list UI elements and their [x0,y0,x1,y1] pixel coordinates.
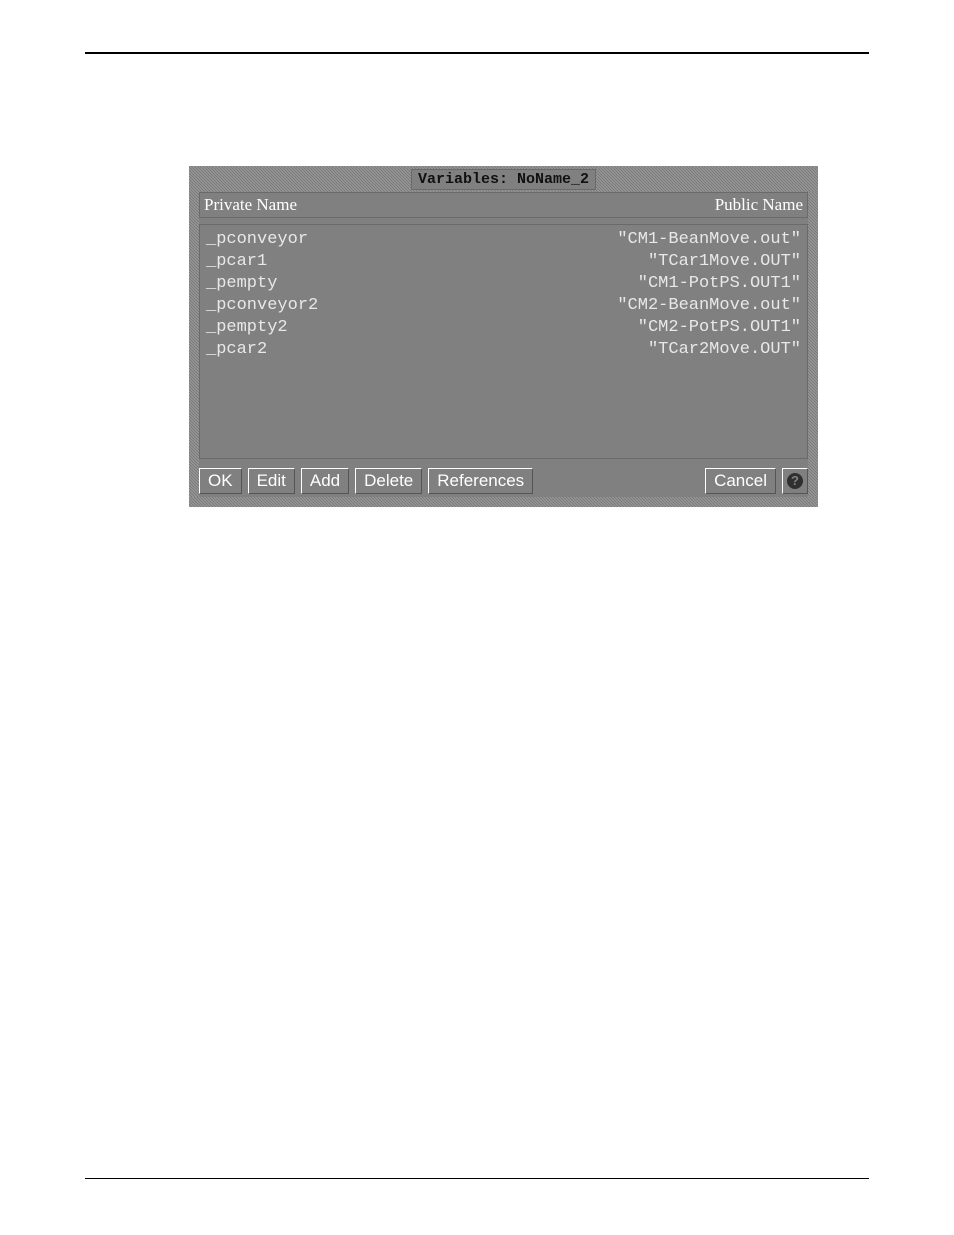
dialog-border-left [189,166,199,507]
list-item[interactable]: _pcar2 "TCar2Move.OUT" [206,339,801,361]
list-item[interactable]: _pcar1 "TCar1Move.OUT" [206,251,801,273]
column-headers: Private Name Public Name [199,192,808,218]
private-name-cell: _pempty [206,273,277,295]
dialog-button-bar: OK Edit Add Delete References Cancel ? [199,465,808,497]
delete-button[interactable]: Delete [355,468,422,494]
private-name-cell: _pcar2 [206,339,267,361]
public-name-cell: "CM1-BeanMove.out" [617,229,801,251]
variables-list[interactable]: _pconveyor "CM1-BeanMove.out" _pcar1 "TC… [199,224,808,459]
public-name-cell: "CM1-PotPS.OUT1" [638,273,801,295]
question-icon: ? [786,472,804,490]
list-item[interactable]: _pempty "CM1-PotPS.OUT1" [206,273,801,295]
public-name-cell: "TCar2Move.OUT" [648,339,801,361]
public-name-cell: "CM2-PotPS.OUT1" [638,317,801,339]
header-private-name: Private Name [204,195,297,215]
svg-text:?: ? [791,473,799,488]
public-name-cell: "CM2-BeanMove.out" [617,295,801,317]
public-name-cell: "TCar1Move.OUT" [648,251,801,273]
cancel-button[interactable]: Cancel [705,468,776,494]
help-button[interactable]: ? [782,468,808,494]
page-footer-rule [85,1178,869,1179]
variables-dialog: Variables: NoName_2 Private Name Public … [189,166,818,507]
list-item[interactable]: _pempty2 "CM2-PotPS.OUT1" [206,317,801,339]
references-button[interactable]: References [428,468,533,494]
list-item[interactable]: _pconveyor2 "CM2-BeanMove.out" [206,295,801,317]
header-public-name: Public Name [715,195,803,215]
dialog-title: Variables: NoName_2 [411,169,596,190]
private-name-cell: _pconveyor [206,229,308,251]
add-button[interactable]: Add [301,468,349,494]
dialog-titlebar[interactable]: Variables: NoName_2 [189,166,818,192]
private-name-cell: _pempty2 [206,317,288,339]
private-name-cell: _pconveyor2 [206,295,318,317]
list-item[interactable]: _pconveyor "CM1-BeanMove.out" [206,229,801,251]
dialog-border-right [808,166,818,507]
edit-button[interactable]: Edit [248,468,295,494]
dialog-border-bottom [189,497,818,507]
private-name-cell: _pcar1 [206,251,267,273]
ok-button[interactable]: OK [199,468,242,494]
page-header-rule [85,52,869,54]
